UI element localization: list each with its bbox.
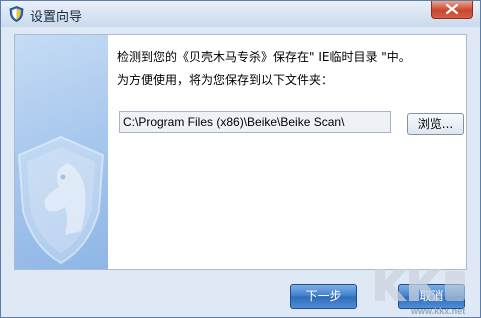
shield-icon [9, 6, 24, 22]
horse-shield-watermark-icon [17, 135, 105, 265]
save-instruction: 为方便使用，将为您保存到以下文件夹： [117, 73, 334, 87]
install-path-field[interactable]: C:\Program Files (x86)\Beike\Beike Scan\ [119, 111, 391, 133]
side-banner [15, 35, 108, 269]
browse-button[interactable]: 浏览... [407, 113, 464, 135]
watermark-site: www.kkx.net [411, 306, 466, 316]
window-title: 设置向导 [30, 10, 83, 25]
close-icon [446, 4, 458, 14]
next-button[interactable]: 下一步 [290, 284, 357, 309]
close-button[interactable] [431, 1, 473, 19]
title-bar[interactable]: 设置向导 [1, 1, 480, 27]
detect-message: 检测到您的《贝壳木马专杀》保存在" IE临时目录 "中。 [117, 50, 411, 64]
setup-wizard-window: 设置向导 检测到您的《贝壳木马专杀》保存在" IE临时目录 "中。 为方便使用，… [0, 0, 481, 318]
wizard-content-panel: 检测到您的《贝壳木马专杀》保存在" IE临时目录 "中。 为方便使用，将为您保存… [14, 34, 467, 270]
kkx-watermark-logo [375, 269, 465, 301]
